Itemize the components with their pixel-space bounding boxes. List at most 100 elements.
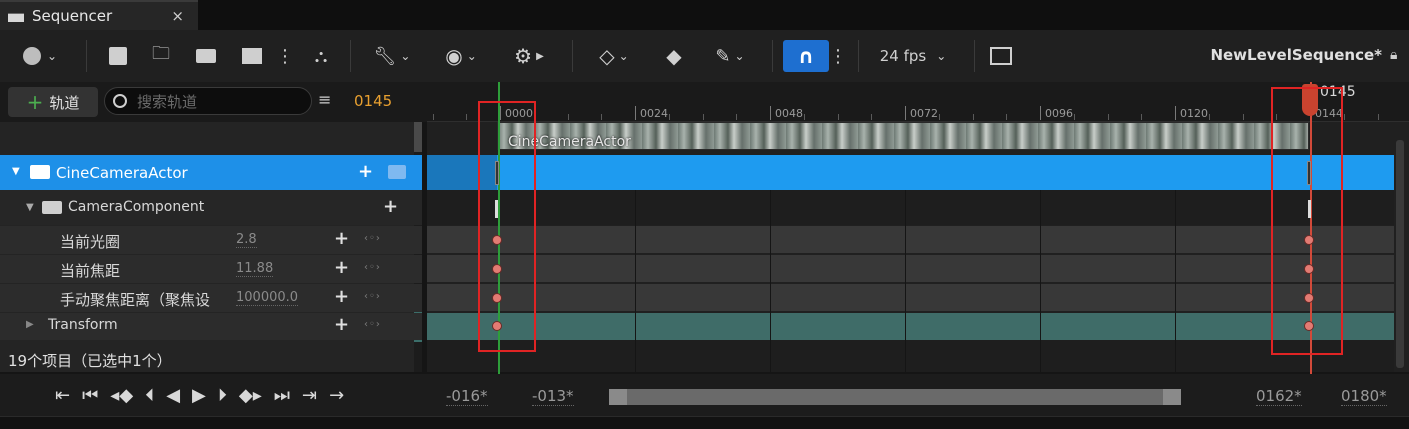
ruler-tick-label: 0096 — [1045, 107, 1073, 120]
clapper-icon — [8, 13, 24, 22]
range-end-outer[interactable]: 0180* — [1341, 387, 1387, 406]
snap-options-button[interactable]: ⋮ — [829, 40, 847, 72]
search-input[interactable]: 搜索轨道 — [104, 87, 312, 115]
loop-icon[interactable]: → — [329, 385, 344, 406]
ruler-minor-tick — [871, 114, 873, 120]
ruler-minor-tick — [1006, 114, 1008, 120]
key-navigation[interactable]: ‹◦› — [364, 262, 381, 273]
aperture-value[interactable]: 2.8 — [236, 232, 257, 248]
ruler-major-tick — [1175, 106, 1176, 120]
key-navigation[interactable]: ‹◦› — [364, 319, 381, 330]
add-track-button[interactable]: + 轨道 — [8, 87, 98, 117]
search-icon — [113, 94, 127, 108]
fps-dropdown[interactable]: 24 fps ⌄ — [868, 40, 958, 72]
ruler-minor-tick — [837, 114, 839, 120]
tag-icon: ◆ — [666, 44, 682, 68]
camera-lock-icon[interactable] — [388, 165, 406, 179]
magnet-icon: ∩ — [797, 44, 815, 68]
prev-key-icon[interactable]: ◂◆ — [110, 385, 133, 406]
next-key-icon[interactable]: ◆▸ — [239, 385, 262, 406]
timeline-scrollbar[interactable] — [1396, 140, 1404, 368]
ruler-minor-tick — [736, 114, 738, 120]
ruler-minor-tick — [1377, 114, 1379, 120]
tab-title: Sequencer — [32, 7, 113, 25]
add-track-to-component-button[interactable]: + — [383, 196, 398, 217]
step-frame-forward-icon[interactable]: ⏵ — [218, 385, 227, 406]
world-menu-button[interactable]: ⌄ — [16, 40, 64, 72]
video-camera-icon — [42, 201, 62, 214]
row-label: 当前焦距 — [60, 262, 121, 280]
outliner-row-cameracomponent[interactable] — [0, 190, 422, 225]
view-range-scrollbar[interactable] — [609, 389, 1181, 405]
add-key-button[interactable]: + — [334, 286, 349, 307]
ruler-minor-tick — [803, 114, 805, 120]
render-button[interactable] — [238, 40, 266, 72]
expand-arrow-icon[interactable]: ▼ — [26, 202, 34, 213]
edit-menu-button[interactable]: ✎ ⌄ — [706, 40, 754, 72]
highlight-box-start — [478, 101, 536, 352]
expand-arrow-icon[interactable]: ▶ — [26, 319, 34, 330]
play-reverse-icon[interactable]: ◀ — [166, 385, 180, 406]
add-key-button[interactable]: + — [334, 314, 349, 335]
camera-clip[interactable]: CineCameraActor — [497, 122, 1309, 150]
filter-icon[interactable]: ≡ — [318, 90, 338, 110]
row-label: 手动聚焦距离（聚焦设 — [60, 291, 211, 309]
more-options-button[interactable]: ⋮ — [276, 40, 294, 72]
current-frame[interactable]: 0145 — [354, 92, 392, 110]
find-asset-button[interactable]: 🗀 — [146, 40, 176, 72]
actor-icon: ⛬ — [314, 45, 328, 67]
add-key-button[interactable]: + — [334, 228, 349, 249]
row-label: 当前光圈 — [60, 233, 121, 251]
ruler-minor-tick — [567, 114, 569, 120]
playback-options-button[interactable]: ⚙ ▶ — [504, 40, 554, 72]
pen-icon: ✎ — [715, 45, 731, 67]
jump-to-start-icon[interactable]: ⇤ — [55, 385, 70, 406]
key-navigation[interactable]: ‹◦› — [364, 291, 381, 302]
range-start-inner[interactable]: -013* — [532, 387, 574, 406]
chevron-down-icon: ⌄ — [46, 49, 58, 63]
eye-icon: ◉ — [445, 44, 463, 68]
range-start-outer[interactable]: -016* — [446, 387, 488, 406]
key-navigation[interactable]: ‹◦› — [364, 233, 381, 244]
clapper-icon — [242, 48, 262, 64]
actor-button[interactable]: ⛬ — [306, 40, 336, 72]
row-label: CameraComponent — [68, 199, 205, 215]
add-track-label: 轨道 — [49, 93, 80, 112]
ruler-minor-tick — [466, 114, 468, 120]
plus-icon: + — [26, 90, 44, 114]
play-icon[interactable]: ▶ — [192, 385, 206, 406]
step-frame-back-icon[interactable]: ⏴ — [145, 385, 154, 406]
camera-button[interactable] — [192, 40, 220, 72]
camera-icon — [196, 49, 216, 63]
ruler-minor-tick — [1141, 114, 1143, 120]
ruler-minor-tick — [702, 114, 704, 120]
snap-toggle[interactable]: ∩ — [783, 40, 829, 72]
jump-to-end-icon[interactable]: ⇥ — [302, 385, 317, 406]
save-button[interactable] — [104, 40, 132, 72]
ruler-minor-tick — [938, 114, 940, 120]
add-component-button[interactable]: + — [358, 161, 373, 182]
step-back-icon[interactable]: ⏮ — [82, 385, 98, 406]
expand-arrow-icon[interactable]: ▼ — [12, 166, 20, 177]
lock-icon[interactable]: 🔒︎ — [1390, 47, 1404, 65]
view-menu-button[interactable]: ◉ ⌄ — [436, 40, 486, 72]
grid-line — [635, 190, 636, 372]
outliner-scrollbar[interactable] — [414, 122, 422, 152]
ruler-major-tick — [770, 106, 771, 120]
sequence-name: NewLevelSequence* — [1210, 46, 1382, 64]
grid-line — [770, 190, 771, 372]
tag-button[interactable]: ◆ — [660, 40, 688, 72]
focus-distance-value[interactable]: 100000.0 — [236, 290, 299, 306]
add-key-button[interactable]: + — [334, 257, 349, 278]
search-placeholder: 搜索轨道 — [137, 92, 198, 111]
focal-length-value[interactable]: 11.88 — [236, 261, 274, 277]
ruler-minor-tick — [1343, 114, 1345, 120]
grid-line — [1175, 190, 1176, 372]
close-tab-button[interactable]: × — [171, 7, 184, 25]
range-end-inner[interactable]: 0162* — [1256, 387, 1302, 406]
sequencer-tab[interactable]: Sequencer × — [0, 0, 198, 30]
curve-editor-button[interactable] — [986, 40, 1016, 72]
step-forward-icon[interactable]: ⏭ — [274, 385, 290, 406]
tools-menu-button[interactable]: 🔧︎ ⌄ — [366, 40, 418, 72]
key-menu-button[interactable]: ◇ ⌄ — [590, 40, 638, 72]
